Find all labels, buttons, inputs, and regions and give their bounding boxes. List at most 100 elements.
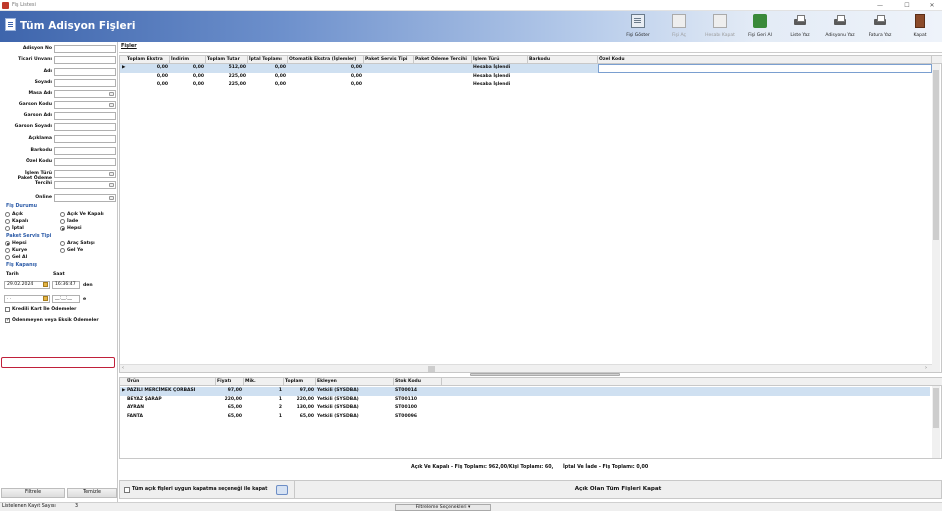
- table-cell: AYRAN: [127, 405, 145, 411]
- column-header[interactable]: Ürün: [126, 378, 216, 386]
- scroll-thumb[interactable]: [933, 70, 939, 240]
- calendar-icon[interactable]: [43, 296, 48, 301]
- options-icon[interactable]: [276, 485, 288, 495]
- maximize-button[interactable]: ☐: [899, 1, 915, 10]
- column-header[interactable]: Mik.: [244, 378, 284, 386]
- radio-kurye[interactable]: [5, 248, 10, 253]
- filter-input[interactable]: [54, 90, 116, 98]
- table-cell: Yetkili (SYSDBA): [317, 388, 359, 393]
- app-icon: [2, 2, 9, 9]
- table-row[interactable]: ▶ PAZILI MERCİMEK ÇORBASI 97,00 1 97,00 Yetki…: [120, 387, 930, 396]
- column-header[interactable]: İndirim: [170, 56, 206, 64]
- column-header[interactable]: Toplam Tutar: [206, 56, 248, 64]
- table-cell: 225,00: [228, 73, 246, 79]
- scroll-thumb[interactable]: [428, 366, 435, 372]
- filter-input[interactable]: [54, 158, 116, 166]
- document-icon: [631, 14, 645, 28]
- radio-gel-al[interactable]: [5, 255, 10, 260]
- filter-input[interactable]: [54, 123, 116, 131]
- filter-input[interactable]: [54, 135, 116, 143]
- receipt-detail-grid[interactable]: Ürün Fiyatı Mik. Toplam Ekleyen Stok Kodu ▶ PA…: [119, 377, 942, 459]
- time-from-input[interactable]: 16:36:47: [52, 281, 80, 289]
- table-row[interactable]: 0,00 0,00 225,00 0,00 0,00 Hesaba İşlendi: [120, 81, 930, 90]
- dropdown-icon[interactable]: [109, 172, 114, 176]
- column-header[interactable]: Paket Ödeme Tercihi: [414, 56, 472, 64]
- radio-hepsi[interactable]: [5, 241, 10, 246]
- radio-araç-satışı[interactable]: [60, 241, 65, 246]
- table-row[interactable]: BEYAZ ŞARAP 220,00 1 220,00 Yetkili (SYSDBA)…: [120, 396, 930, 405]
- filter-button[interactable]: Filtrele: [1, 488, 65, 498]
- table-row[interactable]: ▶ 0,00 0,00 512,00 0,00 0,00 Hesaba İşlendi: [120, 64, 932, 73]
- toolbar-button-4[interactable]: Liste Yaz: [781, 13, 819, 40]
- toolbar-button-3[interactable]: Fişi Geri Al: [741, 13, 779, 40]
- radio-i̇ade[interactable]: [60, 219, 65, 224]
- radio-kapalı[interactable]: [5, 219, 10, 224]
- radio-label: Açık Ve Kapalı: [67, 212, 104, 217]
- close-window-button[interactable]: ✕: [924, 1, 940, 10]
- filter-input[interactable]: [54, 194, 116, 202]
- column-header[interactable]: Paket Servis Tipi: [364, 56, 414, 64]
- kredi-karti-checkbox[interactable]: [5, 307, 10, 312]
- filter-input[interactable]: [54, 56, 116, 64]
- filter-input[interactable]: [54, 147, 116, 155]
- detail-vertical-scrollbar[interactable]: [932, 386, 940, 458]
- radio-i̇ptal[interactable]: [5, 226, 10, 231]
- column-header[interactable]: İptal Toplamı: [248, 56, 288, 64]
- column-header[interactable]: Toplam: [284, 378, 316, 386]
- filter-input[interactable]: [54, 101, 116, 109]
- scroll-right-icon[interactable]: ›: [925, 365, 927, 371]
- clear-button[interactable]: Temizle: [67, 488, 117, 498]
- horizontal-scrollbar[interactable]: ‹ ›: [120, 364, 932, 372]
- filter-input[interactable]: [54, 181, 116, 189]
- table-row[interactable]: FANTA 65,00 1 65,00 Yetkili (SYSDBA) ST00096: [120, 413, 930, 422]
- column-header[interactable]: Fiyatı: [216, 378, 244, 386]
- tab-fisler[interactable]: Fişler: [121, 43, 137, 49]
- table-cell: 130,00: [296, 405, 314, 411]
- filter-input[interactable]: [54, 79, 116, 87]
- filter-input[interactable]: [54, 45, 116, 53]
- dropdown-icon[interactable]: [109, 183, 114, 187]
- table-cell: 0,00: [192, 65, 204, 70]
- panel-splitter[interactable]: [470, 373, 620, 376]
- dropdown-icon[interactable]: [109, 92, 114, 96]
- toolbar-button-6[interactable]: Fatura Yaz: [861, 13, 899, 40]
- column-header[interactable]: Stok Kodu: [394, 378, 442, 386]
- toolbar-button-5[interactable]: Adisyonu Yaz: [821, 13, 859, 40]
- column-header[interactable]: Otomatik Ekstra (İşlemler): [288, 56, 364, 64]
- radio-açık-ve-kapalı[interactable]: [60, 212, 65, 217]
- receipts-grid[interactable]: Toplam Ekstra İndirim Toplam Tutar İptal To…: [119, 55, 942, 373]
- radio-açık[interactable]: [5, 212, 10, 217]
- close-all-open-receipts-button[interactable]: Açık Olan Tüm Fişleri Kapat: [294, 481, 941, 498]
- close-all-option-checkbox[interactable]: [124, 487, 130, 493]
- table-cell: 65,00: [299, 413, 314, 419]
- filter-input[interactable]: [54, 170, 116, 178]
- scroll-left-icon[interactable]: ‹: [122, 365, 124, 371]
- dropdown-icon[interactable]: [109, 103, 114, 107]
- table-row[interactable]: AYRAN 65,00 2 130,00 Yetkili (SYSDBA) ST00100: [120, 404, 930, 413]
- radio-hepsi[interactable]: [60, 226, 65, 231]
- toolbar-button-7[interactable]: Kapat: [901, 13, 939, 40]
- toolbar-button-1[interactable]: Fişi Aç: [660, 13, 698, 40]
- filter-input[interactable]: [54, 112, 116, 120]
- tab-bar: Fişler: [119, 42, 942, 53]
- scroll-thumb[interactable]: [933, 388, 939, 428]
- column-header[interactable]: Özel Kodu: [598, 56, 932, 64]
- column-header[interactable]: İşlem Türü: [472, 56, 528, 64]
- radio-gel-ye[interactable]: [60, 248, 65, 253]
- odenmeyen-checkbox[interactable]: [5, 317, 10, 323]
- column-header[interactable]: Barkodu: [528, 56, 598, 64]
- time-to-input[interactable]: __:__:__: [52, 295, 80, 303]
- minimize-button[interactable]: —: [872, 1, 888, 10]
- filter-input[interactable]: [54, 68, 116, 76]
- table-row[interactable]: 0,00 0,00 225,00 0,00 0,00 Hesaba İşlendi: [120, 73, 930, 82]
- filter-options-dropdown[interactable]: Filtreleme Seçenekleri ▾: [395, 504, 491, 511]
- column-header[interactable]: Ekleyen: [316, 378, 394, 386]
- table-cell: 0,00: [156, 82, 168, 88]
- calendar-icon[interactable]: [43, 282, 48, 287]
- vertical-scrollbar[interactable]: [932, 64, 940, 372]
- exit-door-icon: [915, 14, 925, 28]
- dropdown-icon[interactable]: [109, 196, 114, 200]
- toolbar-button-2[interactable]: Hesabı Kapat: [701, 13, 739, 40]
- toolbar-button-0[interactable]: Fişi Göster: [619, 13, 657, 40]
- column-header[interactable]: Toplam Ekstra: [126, 56, 170, 64]
